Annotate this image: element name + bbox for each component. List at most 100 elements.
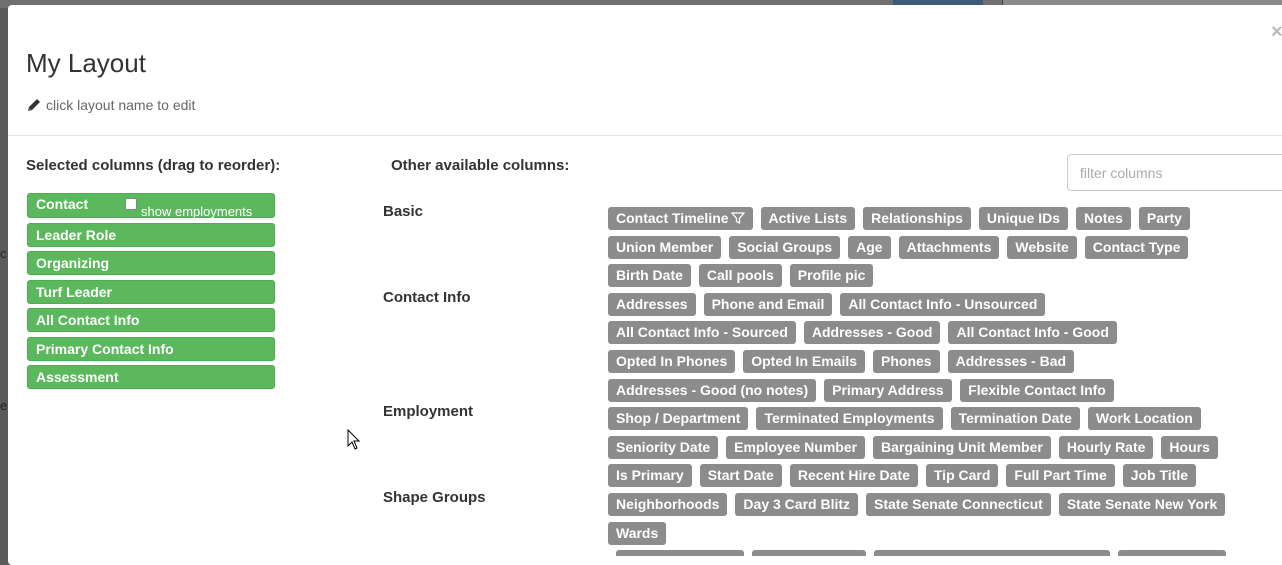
available-column-label: Full Part Time — [1014, 467, 1107, 484]
available-column-tag[interactable]: Unique IDs — [978, 207, 1069, 230]
available-column-tag[interactable]: Call pools — [698, 264, 782, 288]
available-column-tag[interactable]: Hourly Rate — [1058, 435, 1154, 459]
show-employments-label: show employments — [141, 204, 253, 219]
available-column-tag[interactable]: Day 3 Card Blitz — [735, 493, 859, 516]
available-column-tag[interactable]: Hours — [1161, 435, 1218, 459]
available-column-tag[interactable]: All Contact Info - Unsourced — [840, 292, 1046, 316]
available-column-tag[interactable]: Website — [1007, 235, 1077, 259]
funnel-icon[interactable] — [730, 211, 745, 225]
available-column-tag-cut-off[interactable] — [752, 550, 866, 556]
available-column-tag[interactable]: Phones — [873, 350, 940, 373]
selected-column-contact[interactable]: Contact show employments — [27, 193, 275, 219]
selected-column-all-contact-info[interactable]: All Contact Info — [27, 308, 275, 332]
available-column-tag[interactable]: Contact Type — [1084, 235, 1189, 259]
available-column-label: All Contact Info - Good — [956, 324, 1109, 341]
available-column-tag[interactable]: Contact Timeline — [608, 207, 753, 230]
available-column-label: State Senate New York — [1066, 496, 1218, 512]
selected-column-organizing[interactable]: Organizing — [27, 251, 275, 275]
selected-columns-list: Contact show employments Leader Role Org… — [27, 193, 275, 394]
available-column-tag[interactable]: Start Date — [699, 464, 782, 488]
selected-column-turf-leader[interactable]: Turf Leader — [27, 279, 275, 304]
available-column-tag[interactable]: Flexible Contact Info — [960, 378, 1114, 402]
available-column-tag[interactable]: State Senate New York — [1058, 493, 1226, 516]
group-label: Contact Info — [383, 288, 471, 306]
available-column-label: Addresses - Good (no notes) — [616, 381, 809, 398]
filter-columns-input[interactable] — [1067, 154, 1282, 191]
available-column-tag[interactable]: Addresses — [608, 292, 696, 316]
available-column-label: All Contact Info - Unsourced — [848, 295, 1038, 312]
available-column-tag[interactable]: State Senate Connecticut — [866, 493, 1051, 516]
available-column-label: Recent Hire Date — [797, 467, 910, 484]
available-column-tag[interactable]: Social Groups — [729, 235, 841, 259]
available-column-tag[interactable]: Employee Number — [726, 435, 866, 459]
available-column-tag[interactable]: Job Title — [1122, 464, 1197, 488]
backdrop-text: e — [0, 398, 8, 413]
available-column-label: Work Location — [1095, 410, 1193, 427]
available-column-label: Call pools — [706, 267, 774, 284]
selected-columns-heading: Selected columns (drag to reorder): — [26, 157, 281, 174]
available-column-label: Is Primary — [616, 467, 684, 484]
available-column-tag[interactable]: Active Lists — [760, 207, 856, 230]
available-column-label: Bargaining Unit Member — [881, 438, 1043, 455]
available-column-tag[interactable]: Addresses - Bad — [947, 350, 1075, 373]
available-column-tag[interactable]: Is Primary — [608, 464, 692, 488]
available-column-tag[interactable]: Phone and Email — [703, 292, 833, 316]
available-column-tag[interactable]: Addresses - Good (no notes) — [608, 378, 817, 402]
available-column-tag[interactable]: Full Part Time — [1006, 464, 1115, 488]
available-column-tag[interactable]: Union Member — [608, 235, 722, 259]
available-column-label: Relationships — [871, 210, 963, 226]
edit-hint: click layout name to edit — [26, 97, 195, 113]
available-column-tag[interactable]: Neighborhoods — [608, 493, 728, 516]
selected-column-assessment[interactable]: Assessment — [27, 365, 275, 389]
available-column-tag[interactable]: Profile pic — [789, 264, 874, 288]
selected-column-leader-role[interactable]: Leader Role — [27, 222, 275, 247]
group-label: Shape Groups — [383, 489, 486, 506]
available-column-tag[interactable]: Bargaining Unit Member — [873, 435, 1051, 459]
available-column-tag[interactable]: Notes — [1076, 207, 1131, 230]
available-column-label: Website — [1015, 238, 1069, 255]
available-column-label: Unique IDs — [986, 210, 1061, 226]
show-employments-toggle[interactable]: show employments — [125, 196, 252, 222]
available-column-label: Start Date — [707, 467, 774, 484]
available-column-tag[interactable]: Age — [848, 235, 891, 259]
available-column-tag[interactable]: Recent Hire Date — [789, 464, 918, 488]
edit-hint-text: click layout name to edit — [46, 97, 196, 113]
pencil-icon — [28, 99, 40, 111]
available-column-tag[interactable]: Attachments — [898, 235, 1000, 259]
available-column-tag[interactable]: Shop / Department — [608, 407, 749, 431]
layout-name-title[interactable]: My Layout — [26, 48, 146, 79]
available-column-tag-cut-off[interactable] — [1118, 550, 1226, 556]
available-column-label: Primary Address — [832, 381, 944, 398]
close-icon[interactable]: × — [1271, 22, 1282, 42]
available-column-tag[interactable]: Terminated Employments — [756, 407, 943, 431]
available-column-tag[interactable]: Termination Date — [950, 407, 1080, 431]
available-column-label: Phones — [881, 353, 932, 369]
available-column-label: Profile pic — [797, 267, 866, 284]
available-column-label: Active Lists — [768, 210, 848, 226]
available-column-tag-cut-off[interactable] — [616, 550, 744, 556]
available-column-label: Attachments — [906, 238, 992, 255]
available-column-tag[interactable]: Party — [1138, 207, 1190, 230]
available-column-tag[interactable]: All Contact Info - Sourced — [608, 321, 796, 345]
available-column-tag[interactable]: Relationships — [863, 207, 971, 230]
available-column-tag[interactable]: Work Location — [1087, 407, 1201, 431]
cursor-icon — [347, 429, 361, 450]
available-column-tag[interactable]: Seniority Date — [608, 435, 719, 459]
available-column-tag[interactable]: Opted In Emails — [743, 350, 866, 373]
available-column-tag-cut-off[interactable] — [874, 550, 1110, 556]
available-column-tag[interactable]: Opted In Phones — [608, 350, 736, 373]
available-column-tag[interactable]: Wards — [608, 521, 667, 545]
available-column-tag[interactable]: Addresses - Good — [803, 321, 941, 345]
available-column-tag[interactable]: All Contact Info - Good — [948, 321, 1117, 345]
available-column-tag[interactable]: Birth Date — [608, 264, 691, 288]
available-column-label: All Contact Info - Sourced — [616, 324, 788, 341]
available-column-label: Union Member — [616, 238, 714, 255]
available-column-label: Opted In Phones — [616, 353, 728, 369]
available-column-label: Opted In Emails — [751, 353, 858, 369]
available-column-tag[interactable]: Primary Address — [824, 378, 952, 402]
available-column-label: Flexible Contact Info — [968, 381, 1106, 398]
available-column-tag[interactable]: Tip Card — [925, 464, 999, 488]
selected-column-primary-contact-info[interactable]: Primary Contact Info — [27, 336, 275, 361]
available-column-label: Age — [856, 238, 883, 255]
show-employments-checkbox[interactable] — [125, 198, 137, 210]
